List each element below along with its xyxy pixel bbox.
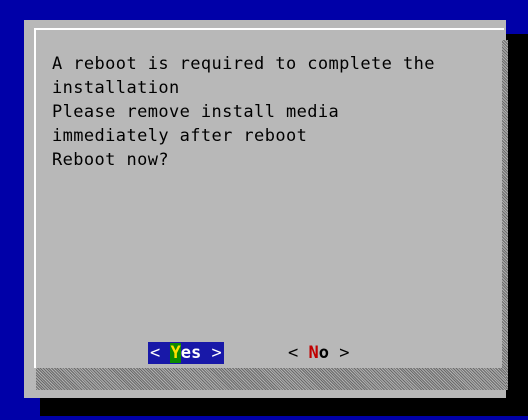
message-line: A reboot is required to complete the xyxy=(52,54,435,74)
dialog-frame-right-shade xyxy=(502,40,508,390)
message-line: Please remove install media xyxy=(52,102,340,122)
message-line: installation xyxy=(52,78,180,98)
reboot-dialog: A reboot is required to complete the inst… xyxy=(24,20,508,398)
yes-button[interactable]: < Yes > xyxy=(148,342,224,364)
dialog-message: A reboot is required to complete the inst… xyxy=(52,52,492,172)
dialog-frame-bottom-shade xyxy=(36,368,506,390)
no-button-label: o xyxy=(318,343,329,363)
yes-button-label: es xyxy=(180,343,202,363)
dialog-buttons: < Yes > < No > xyxy=(24,342,506,366)
message-line: immediately after reboot xyxy=(52,126,308,146)
no-button[interactable]: < No > xyxy=(288,342,349,364)
no-button-open: < xyxy=(288,343,309,363)
message-line: Reboot now? xyxy=(52,150,169,170)
yes-button-hotkey: Y xyxy=(170,343,181,363)
yes-button-open: < xyxy=(150,343,171,363)
no-button-hotkey: N xyxy=(308,343,319,363)
dialog-frame-top xyxy=(34,28,504,34)
no-button-close: > xyxy=(328,343,350,363)
dialog-frame-left xyxy=(34,28,36,368)
yes-button-close: > xyxy=(201,343,222,363)
